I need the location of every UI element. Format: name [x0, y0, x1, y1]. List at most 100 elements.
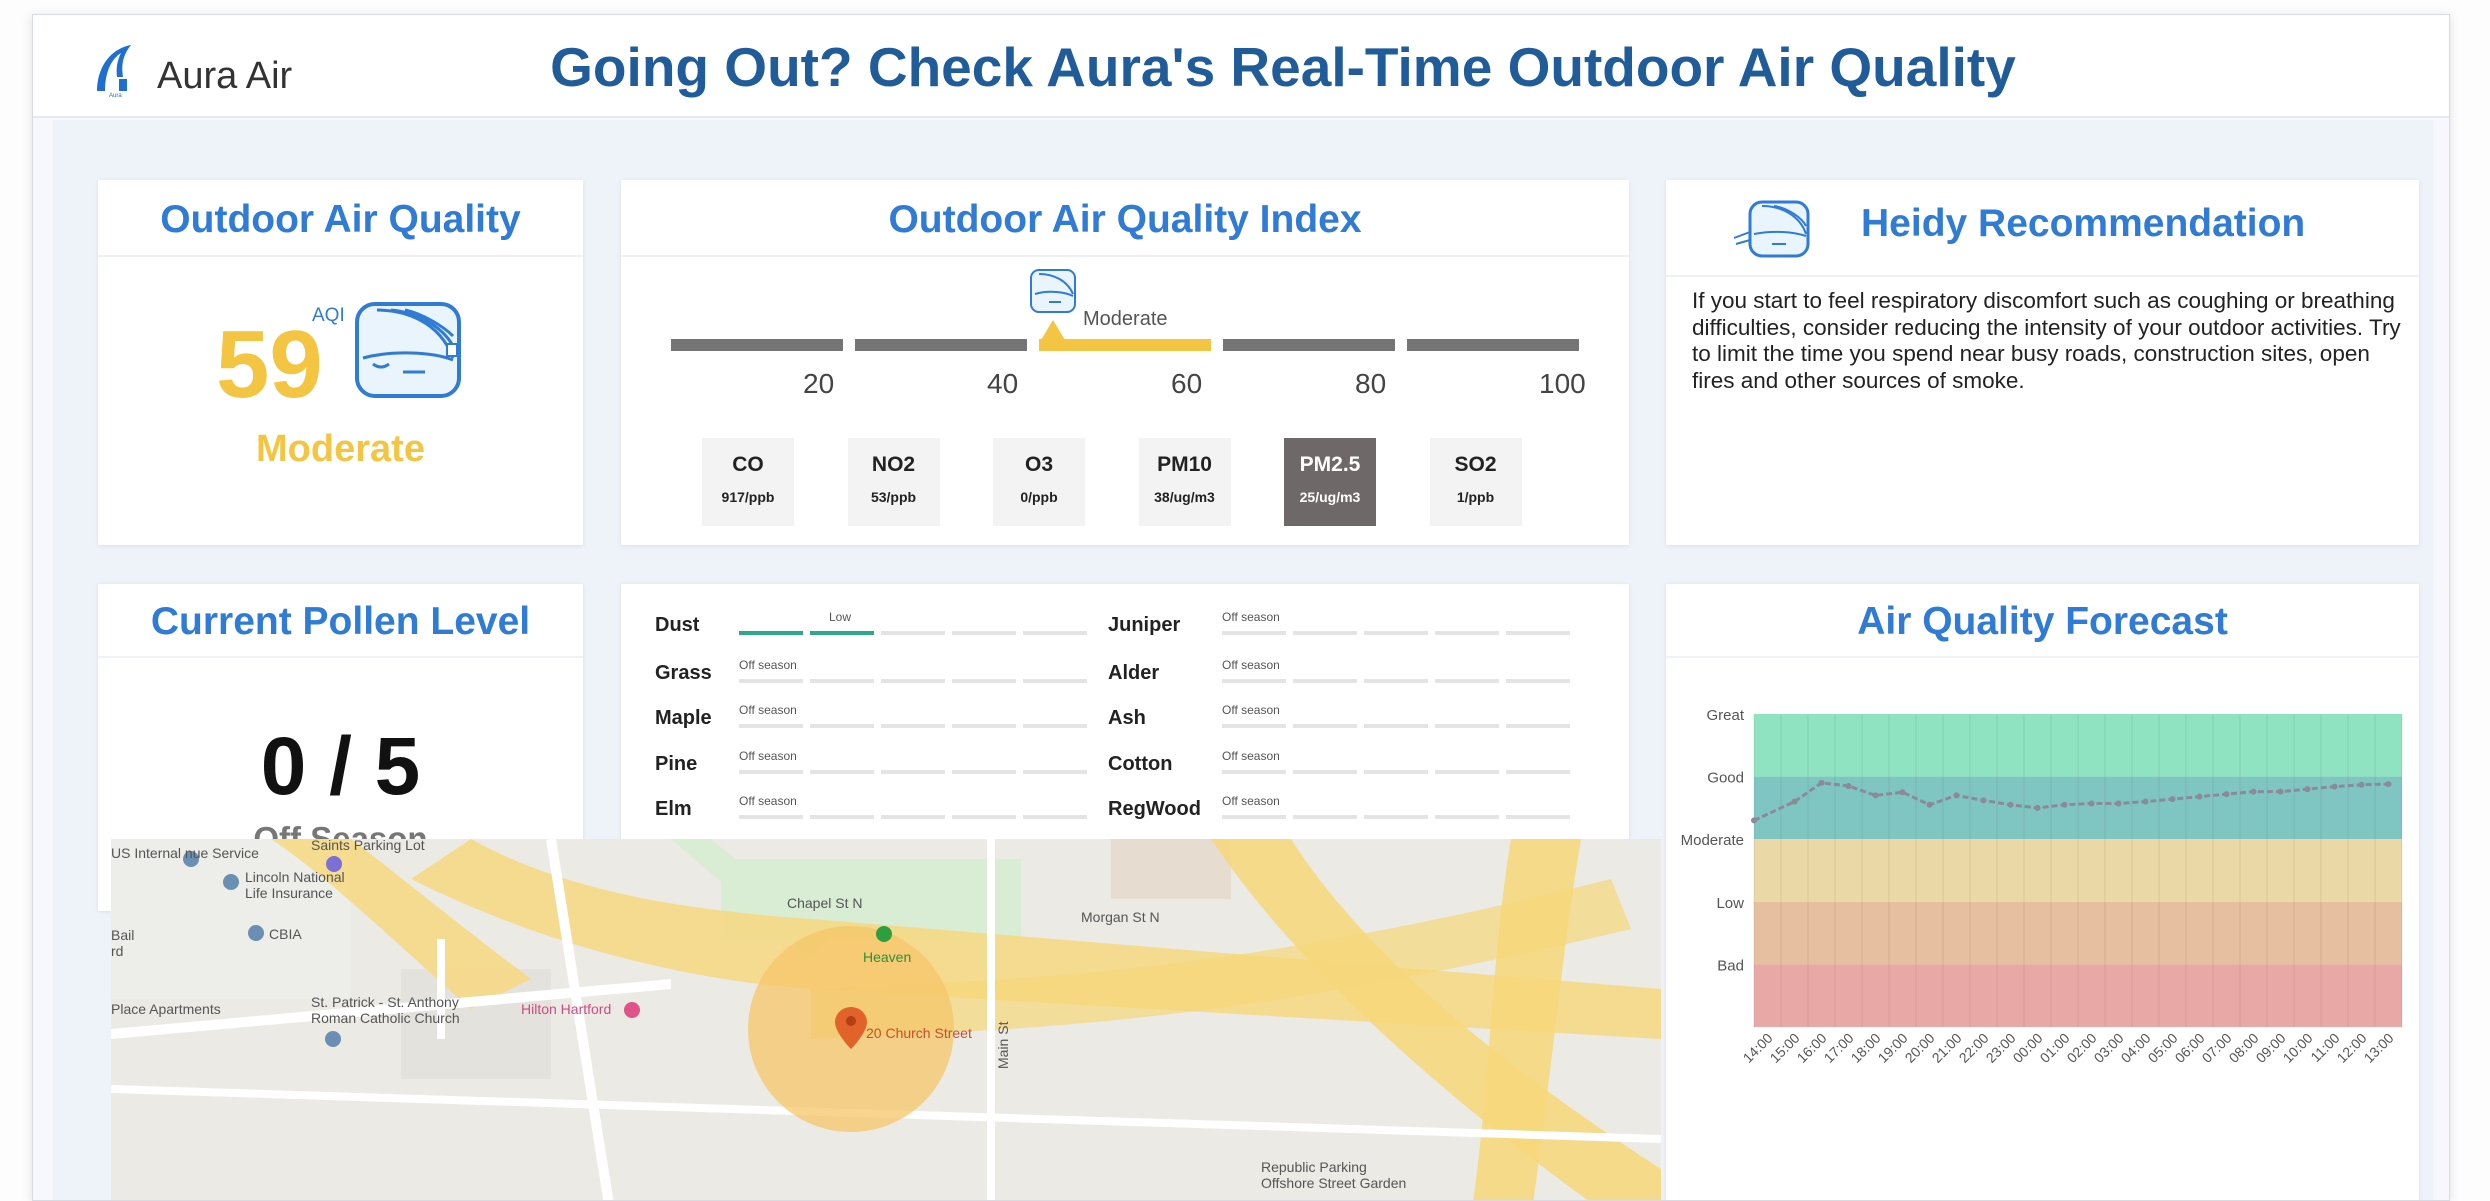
- forecast-point[interactable]: [1899, 789, 1906, 796]
- forecast-point[interactable]: [2223, 791, 2230, 798]
- forecast-x-label: 04:00: [2118, 1030, 2154, 1066]
- pollutant-pm25[interactable]: PM2.5 25/ug/m3: [1284, 438, 1376, 526]
- pollen-level-segment: [1435, 770, 1499, 774]
- pollen-level-segment: [739, 724, 803, 728]
- pollen-name: Cotton: [1108, 753, 1173, 775]
- forecast-point[interactable]: [1818, 779, 1825, 786]
- forecast-point[interactable]: [2331, 783, 2338, 790]
- pollen-level-segment: [881, 724, 945, 728]
- pollen-level-segment: [881, 770, 945, 774]
- pollen-level-segment: [810, 631, 874, 635]
- pollutant-co[interactable]: CO 917/ppb: [702, 438, 794, 526]
- aqi-scale-segment: [1039, 339, 1211, 351]
- pollen-level-segment: [1293, 631, 1357, 635]
- pollutant-name: NO2: [871, 453, 916, 476]
- pollutant-no2[interactable]: NO2 53/ppb: [847, 438, 940, 526]
- pollen-name: Juniper: [1108, 614, 1181, 636]
- pollen-level-segment: [952, 631, 1016, 635]
- forecast-point[interactable]: [2358, 781, 2365, 788]
- top-bar: Aura Aura Air Going Out? Check Aura's Re…: [33, 15, 2449, 118]
- pollen-level-segment: [1023, 679, 1087, 683]
- pollen-status-label: Off season: [1222, 610, 1280, 624]
- aura-logo[interactable]: Aura Aura Air: [89, 41, 349, 101]
- pollen-level-segment: [1435, 815, 1499, 819]
- svg-text:Aura: Aura: [109, 93, 122, 97]
- forecast-y-label: Good: [1707, 770, 1744, 787]
- aqi-scale-segment: [855, 339, 1027, 351]
- pollutant-pm10[interactable]: PM10 38/ug/m3: [1138, 438, 1231, 526]
- pollen-level-segment: [881, 815, 945, 819]
- pollen-level-segment: [1506, 724, 1570, 728]
- aqi-scale-label: 40: [987, 368, 1019, 399]
- pollen-level-segment: [1435, 724, 1499, 728]
- pollen-name: Dust: [655, 614, 700, 636]
- map-label-lincoln: Lincoln National Life Insurance: [245, 869, 345, 901]
- map-label-morgan: Morgan St N: [1081, 909, 1160, 925]
- forecast-x-label: 20:00: [1902, 1030, 1938, 1066]
- pollutant-name: PM10: [1157, 453, 1212, 476]
- air-quality-forecast-card: Air Quality Forecast Great Good Moderate Lo…: [1666, 584, 2419, 1200]
- pollen-level-segment: [1364, 770, 1428, 774]
- forecast-point[interactable]: [1980, 797, 1987, 804]
- recommendation-text: If you start to feel respiratory discomf…: [1692, 288, 2401, 393]
- pollen-level-segment: [1293, 815, 1357, 819]
- pollen-level-segment: [1293, 770, 1357, 774]
- forecast-x-label: 08:00: [2226, 1030, 2262, 1066]
- forecast-point[interactable]: [1926, 801, 1933, 808]
- aqi-scale-segment: [671, 339, 843, 351]
- forecast-point[interactable]: [2304, 786, 2311, 793]
- forecast-x-label: 23:00: [1983, 1030, 2019, 1066]
- map-label-cbia: CBIA: [269, 926, 302, 942]
- forecast-point[interactable]: [1751, 817, 1757, 824]
- forecast-point[interactable]: [2034, 804, 2041, 811]
- forecast-point[interactable]: [2169, 796, 2176, 803]
- forecast-point[interactable]: [2007, 801, 2014, 808]
- map-label-place-apartments: Place Apartments: [111, 1001, 221, 1017]
- card-title: Outdoor Air Quality: [160, 198, 521, 241]
- forecast-point[interactable]: [1953, 792, 1960, 799]
- card-title: Outdoor Air Quality Index: [888, 198, 1362, 241]
- forecast-y-label: Moderate: [1681, 832, 1744, 849]
- forecast-point[interactable]: [2196, 793, 2203, 800]
- forecast-point[interactable]: [2088, 800, 2095, 807]
- pollen-level-segment: [739, 815, 803, 819]
- forecast-x-label: 21:00: [1929, 1030, 1965, 1066]
- forecast-point[interactable]: [1872, 792, 1879, 799]
- pollutant-name: O3: [1024, 453, 1053, 476]
- forecast-x-label: 00:00: [2010, 1030, 2046, 1066]
- pollen-level-segment: [739, 770, 803, 774]
- page-title: Going Out? Check Aura's Real-Time Outdoo…: [550, 36, 2016, 98]
- map-label-saints: Saints Parking Lot: [311, 839, 425, 853]
- forecast-x-label: 10:00: [2280, 1030, 2316, 1066]
- pollen-level-segment: [810, 679, 874, 683]
- pollutant-o3[interactable]: O3 0/ppb: [993, 438, 1085, 526]
- forecast-point[interactable]: [1845, 782, 1852, 789]
- pollen-level-segment: [1222, 724, 1286, 728]
- forecast-point[interactable]: [2115, 800, 2122, 807]
- app-window: Aura Aura Air Going Out? Check Aura's Re…: [32, 14, 2450, 1201]
- location-map[interactable]: US Internal nue Service Saints Parking L…: [111, 839, 1661, 1200]
- pollen-name: Pine: [655, 753, 698, 775]
- pollutant-so2[interactable]: SO2 1/ppb: [1429, 438, 1522, 526]
- pollen-level-segment: [881, 679, 945, 683]
- pollen-level-segment: [952, 815, 1016, 819]
- forecast-point[interactable]: [2277, 788, 2284, 795]
- map-label-church-street: 20 Church Street: [866, 1025, 972, 1041]
- forecast-point[interactable]: [2250, 788, 2257, 795]
- pollen-level-segment: [810, 815, 874, 819]
- aqi-index-card: Outdoor Air Quality Index Moderate 20 40 6…: [621, 180, 1629, 545]
- forecast-point[interactable]: [2385, 781, 2392, 788]
- map-label-st-patrick: St. Patrick - St. Anthony Roman Catholic…: [311, 994, 460, 1026]
- forecast-chart: Great Good Moderate Low Bad 14:0015:0016:0017…: [1681, 707, 2403, 1066]
- forecast-point[interactable]: [2061, 801, 2068, 808]
- pollen-status-label: Off season: [739, 749, 797, 763]
- forecast-point[interactable]: [1791, 798, 1798, 805]
- card-title: Current Pollen Level: [150, 600, 531, 643]
- forecast-point[interactable]: [2142, 798, 2149, 805]
- aqi-value: 59: [216, 311, 323, 418]
- forecast-x-label: 06:00: [2172, 1030, 2208, 1066]
- forecast-x-label: 07:00: [2199, 1030, 2235, 1066]
- aqi-marker-pointer: [1041, 320, 1065, 340]
- map-label-main-st: Main St: [995, 1021, 1011, 1069]
- pollen-level-segment: [1364, 679, 1428, 683]
